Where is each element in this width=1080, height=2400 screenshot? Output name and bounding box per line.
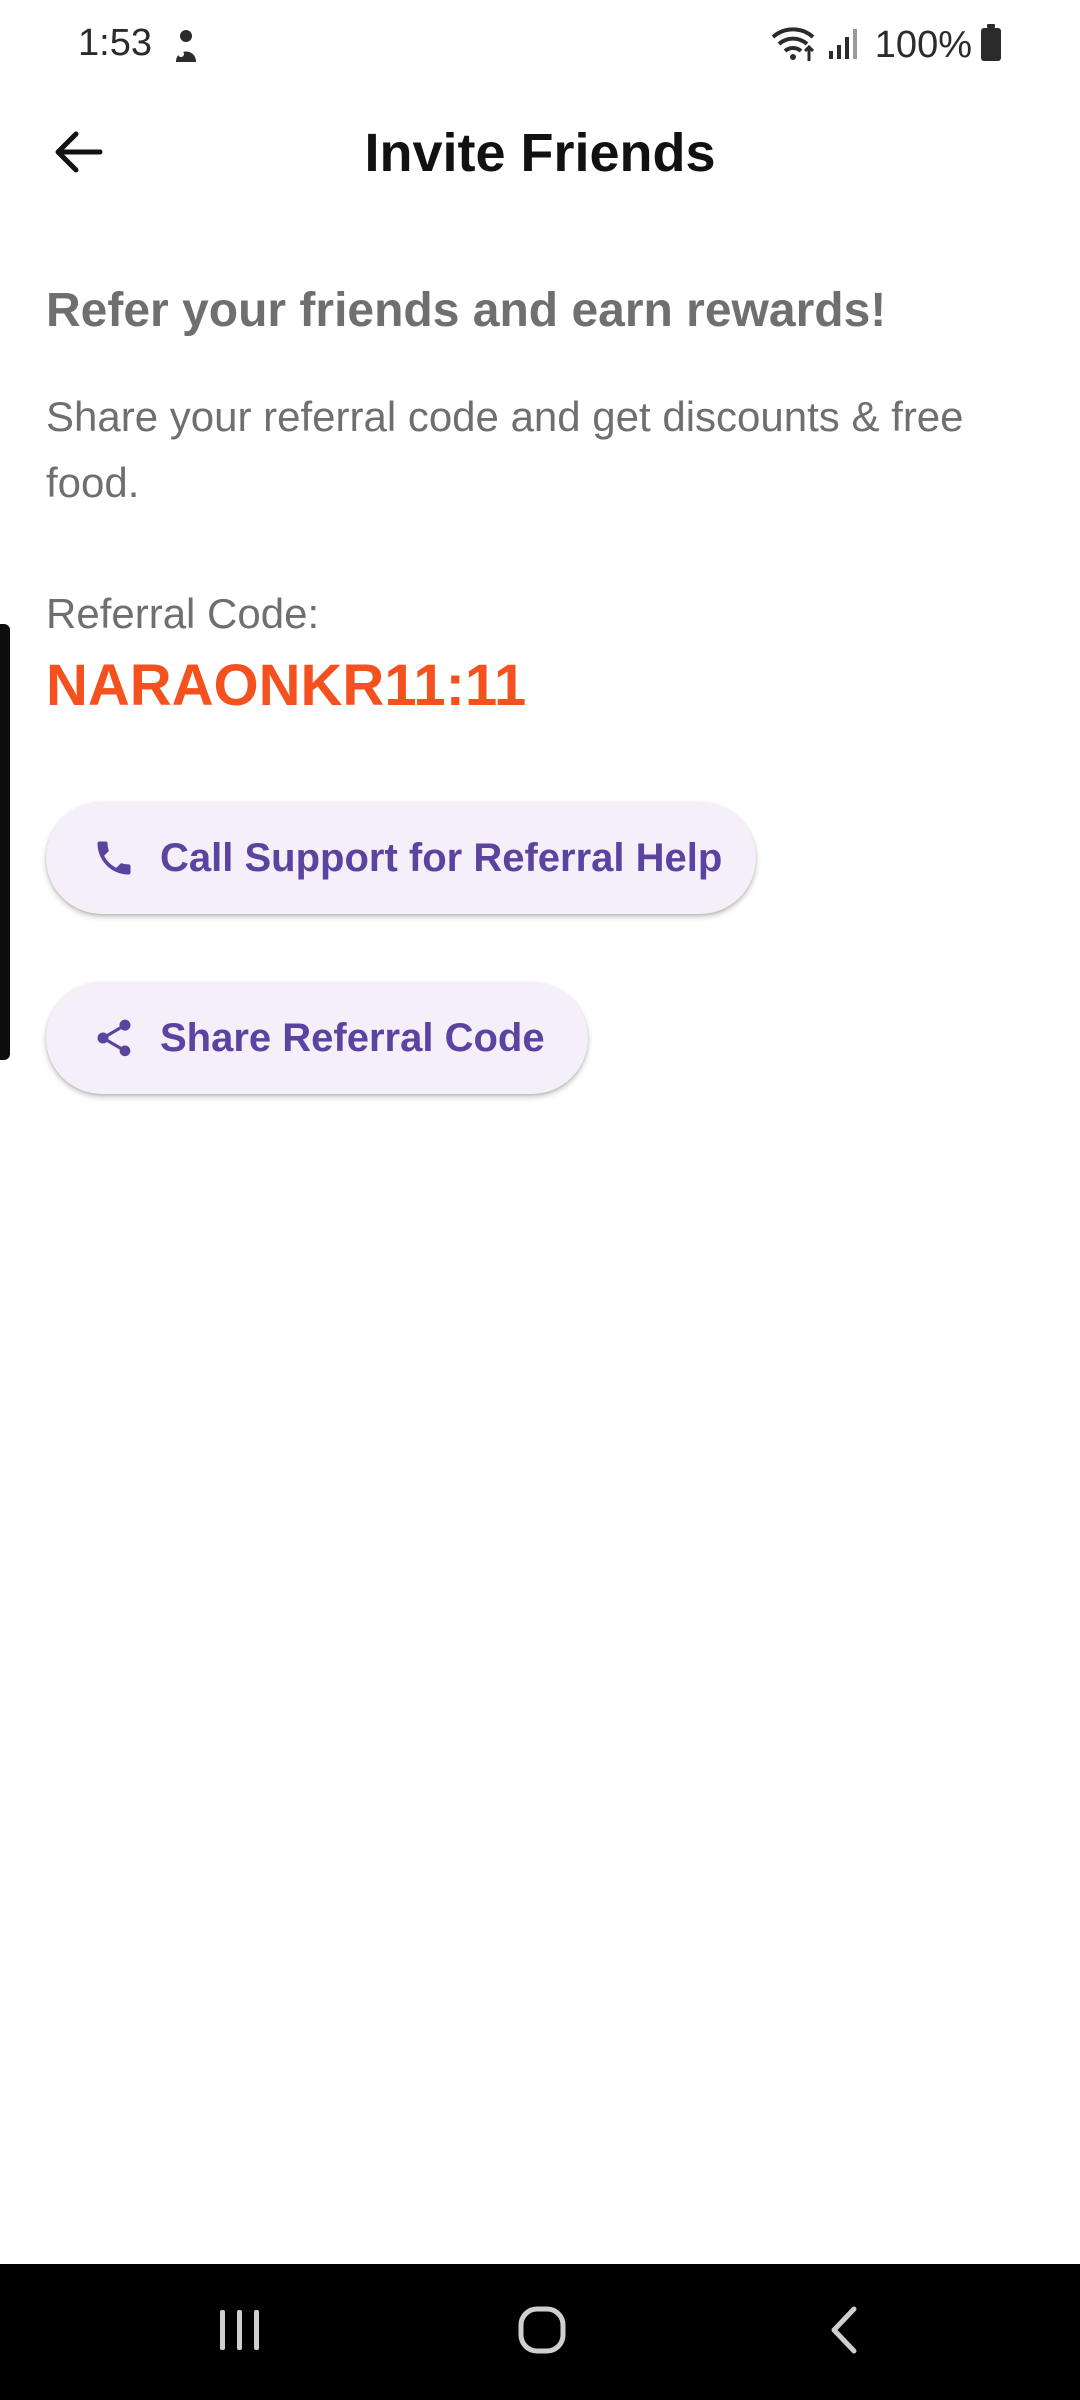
referral-headline: Refer your friends and earn rewards! bbox=[46, 284, 887, 337]
status-icons: 100% bbox=[769, 20, 1002, 70]
home-button[interactable] bbox=[482, 2292, 602, 2372]
battery-icon bbox=[980, 23, 1002, 67]
home-icon bbox=[517, 2305, 567, 2360]
edge-panel-handle[interactable] bbox=[0, 624, 10, 1060]
share-referral-label: Share Referral Code bbox=[160, 1015, 545, 1060]
recent-apps-icon bbox=[217, 2308, 263, 2357]
share-icon bbox=[92, 1015, 136, 1061]
page-title: Invite Friends bbox=[364, 123, 716, 183]
battery-percent: 100% bbox=[874, 23, 972, 66]
referral-code-label: Referral Code: bbox=[46, 590, 320, 637]
call-support-button[interactable]: Call Support for Referral Help bbox=[46, 802, 756, 914]
signal-icon bbox=[827, 25, 861, 66]
phone-icon bbox=[92, 835, 136, 881]
nav-back-button[interactable] bbox=[784, 2292, 904, 2372]
referral-content: Refer your friends and earn rewards! Sha… bbox=[46, 276, 1036, 722]
invite-friends-screen: 1:53 100% Invite Friends Refer your frie… bbox=[0, 0, 1080, 2400]
app-bar: Invite Friends bbox=[0, 92, 1080, 216]
recent-apps-button[interactable] bbox=[180, 2292, 300, 2372]
notification-icon bbox=[168, 26, 204, 66]
system-nav-bar bbox=[0, 2264, 1080, 2400]
wifi-icon bbox=[769, 23, 819, 68]
call-support-label: Call Support for Referral Help bbox=[160, 835, 723, 880]
referral-description: Share your referral code and get discoun… bbox=[46, 393, 964, 506]
back-icon bbox=[826, 2305, 862, 2360]
share-referral-button[interactable]: Share Referral Code bbox=[46, 982, 588, 1094]
status-bar: 1:53 100% bbox=[0, 0, 1080, 92]
status-time: 1:53 bbox=[78, 22, 152, 64]
referral-code-value: NARAONKR11:11 bbox=[46, 653, 527, 718]
